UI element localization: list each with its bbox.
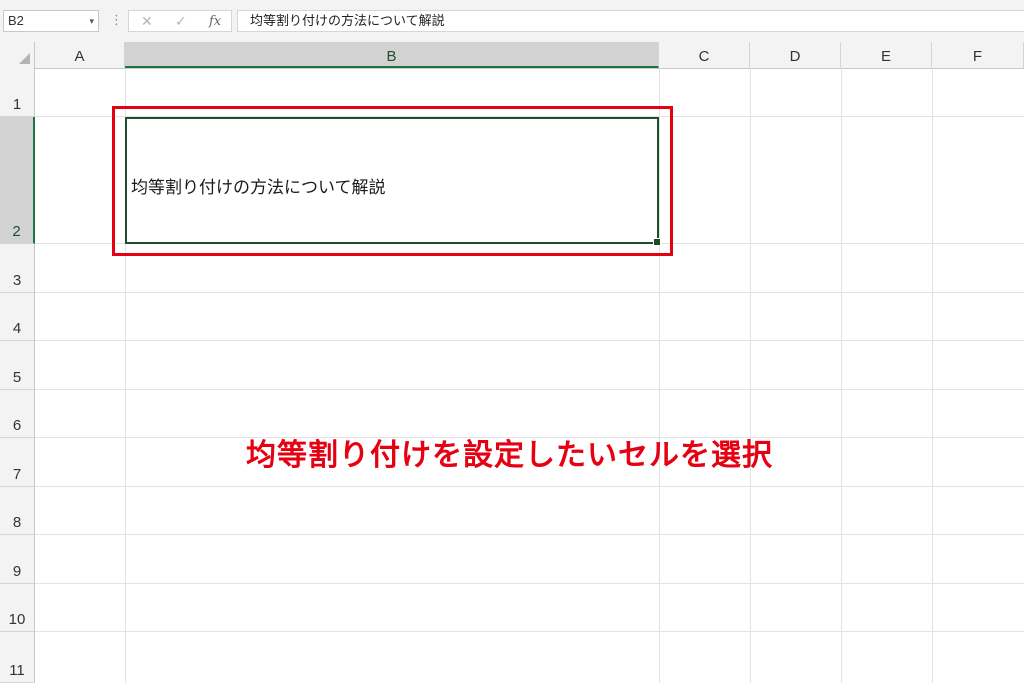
more-options-icon[interactable]: ⋮ <box>110 12 123 28</box>
row-header-8[interactable]: 8 <box>0 487 35 535</box>
row-number: 2 <box>12 223 21 240</box>
row-number: 7 <box>12 466 22 483</box>
cancel-icon[interactable]: ✕ <box>141 13 153 30</box>
row-number: 6 <box>12 417 22 434</box>
confirm-icon[interactable]: ✓ <box>175 13 187 30</box>
insert-function-icon[interactable]: fx <box>209 14 221 29</box>
row-number: 4 <box>12 320 22 337</box>
row-number: 8 <box>12 514 22 531</box>
column-header-e[interactable]: E <box>841 42 932 68</box>
row-header-6[interactable]: 6 <box>0 390 35 438</box>
column-header-d[interactable]: D <box>750 42 841 68</box>
row-header-9[interactable]: 9 <box>0 535 35 584</box>
grid-line <box>35 631 1024 632</box>
grid-line <box>750 68 751 683</box>
row-header-2[interactable]: 2 <box>0 117 35 244</box>
column-header-a[interactable]: A <box>35 42 125 68</box>
grid-line <box>35 534 1024 535</box>
name-box[interactable]: B2 ▾ <box>3 10 99 32</box>
row-header-7[interactable]: 7 <box>0 438 35 487</box>
formula-bar: B2 ▾ ⋮ ✕ ✓ fx 均等割り付けの方法について解説 <box>0 0 1024 43</box>
select-all-button[interactable] <box>0 42 35 68</box>
row-header-10[interactable]: 10 <box>0 584 35 632</box>
row-number: 3 <box>12 272 22 289</box>
grid-line <box>35 583 1024 584</box>
row-number: 9 <box>12 563 22 580</box>
row-number: 1 <box>12 96 22 113</box>
grid-line <box>35 340 1024 341</box>
row-number: 11 <box>9 662 25 679</box>
grid-line <box>35 389 1024 390</box>
highlight-box <box>112 106 673 256</box>
grid-line <box>35 486 1024 487</box>
annotation-text: 均等割り付けを設定したいセルを選択 <box>246 439 773 472</box>
row-header-3[interactable]: 3 <box>0 244 35 293</box>
grid-line <box>932 68 933 683</box>
select-all-icon <box>19 53 30 64</box>
name-box-value: B2 <box>8 13 24 28</box>
grid-line <box>841 68 842 683</box>
formula-buttons: ✕ ✓ fx <box>128 10 232 32</box>
grid-line <box>35 292 1024 293</box>
column-header-row: A B C D E F <box>0 42 1024 69</box>
chevron-down-icon[interactable]: ▾ <box>89 11 94 31</box>
row-number: 10 <box>8 611 26 628</box>
row-header-5[interactable]: 5 <box>0 341 35 390</box>
row-header-1[interactable]: 1 <box>0 68 35 117</box>
row-header-11[interactable]: 11 <box>0 632 35 683</box>
column-header-f[interactable]: F <box>932 42 1024 68</box>
column-header-b[interactable]: B <box>125 42 659 68</box>
formula-input[interactable]: 均等割り付けの方法について解説 <box>237 10 1024 32</box>
column-header-c[interactable]: C <box>659 42 750 68</box>
row-number: 5 <box>12 369 22 386</box>
row-header-4[interactable]: 4 <box>0 293 35 341</box>
